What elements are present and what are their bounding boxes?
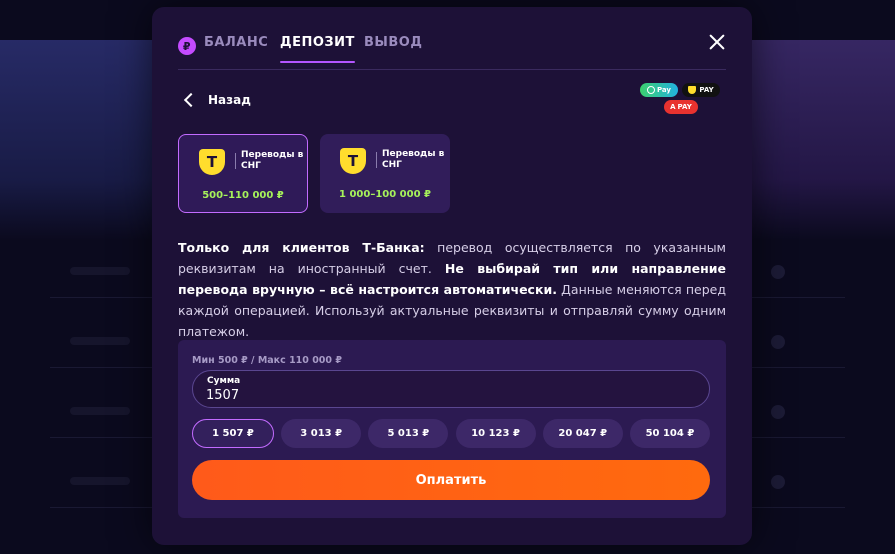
sbp-pay-label: Pay	[656, 86, 671, 94]
pay-button[interactable]: Оплатить	[192, 460, 710, 500]
preset-amount-button[interactable]: 5 013 ₽	[368, 419, 449, 448]
sbp-pay-badge: Pay	[640, 83, 678, 97]
alfa-pay-label: PAY	[677, 103, 692, 111]
preset-amount-button[interactable]: 50 104 ₽	[629, 419, 710, 448]
tab-deposit[interactable]: ДЕПОЗИТ	[280, 35, 355, 63]
amount-presets: 1 507 ₽ 3 013 ₽ 5 013 ₽ 10 123 ₽ 20 047 …	[192, 419, 710, 448]
preset-amount-button[interactable]: 20 047 ₽	[542, 419, 623, 448]
tbank-logo-icon: Т	[199, 149, 225, 175]
deposit-modal: ₽ БАЛАНС ДЕПОЗИТ ВЫВОД Назад Pay PAY A P…	[152, 7, 752, 545]
amount-input[interactable]: Сумма 1507	[192, 370, 710, 408]
method-label: Переводы в СНГ	[382, 149, 445, 170]
close-icon[interactable]	[706, 31, 728, 53]
check-icon	[646, 86, 655, 94]
payment-badges: Pay PAY A PAY	[640, 83, 722, 119]
method-card-tbank-cis-2[interactable]: Т Переводы в СНГ 1 000–100 000 ₽	[320, 134, 450, 213]
amount-label: Сумма	[207, 376, 241, 386]
tab-withdraw-label: ВЫВОД	[364, 35, 423, 50]
tab-withdraw[interactable]: ВЫВОД	[364, 35, 422, 50]
tpay-label: PAY	[699, 86, 714, 94]
back-label: Назад	[208, 93, 251, 107]
preset-amount-button[interactable]: 10 123 ₽	[455, 419, 536, 448]
preset-amount-button[interactable]: 3 013 ₽	[281, 419, 362, 448]
ruble-icon: ₽	[178, 37, 196, 55]
tab-balance-label: БАЛАНС	[204, 35, 269, 50]
method-range: 500–110 000 ₽	[202, 190, 284, 201]
tbank-shield-icon	[688, 86, 697, 94]
tpay-badge: PAY	[682, 83, 720, 97]
chevron-left-icon	[183, 92, 199, 108]
tab-balance[interactable]: ₽ БАЛАНС	[178, 35, 269, 55]
tbank-logo-icon: Т	[340, 148, 366, 174]
wallet-tabs: ₽ БАЛАНС ДЕПОЗИТ ВЫВОД	[178, 29, 726, 70]
back-button[interactable]: Назад	[182, 90, 251, 110]
alfa-pay-badge: A PAY	[664, 100, 698, 114]
method-description: Только для клиентов Т-Банка: перевод осу…	[178, 237, 726, 342]
divider	[235, 153, 236, 169]
divider	[376, 152, 377, 168]
amount-panel: Мин 500 ₽ / Макс 110 000 ₽ Сумма 1507 1 …	[178, 340, 726, 518]
alfa-icon: A	[670, 103, 676, 111]
amount-value[interactable]: 1507	[206, 388, 239, 403]
amount-limits: Мин 500 ₽ / Макс 110 000 ₽	[192, 355, 342, 366]
preset-amount-button[interactable]: 1 507 ₽	[192, 419, 274, 448]
method-range: 1 000–100 000 ₽	[339, 189, 431, 200]
method-label: Переводы в СНГ	[241, 150, 304, 171]
tab-deposit-label: ДЕПОЗИТ	[280, 35, 355, 50]
method-card-tbank-cis-1[interactable]: Т Переводы в СНГ 500–110 000 ₽	[178, 134, 308, 213]
description-bold-1: Только для клиентов Т-Банка:	[178, 240, 425, 255]
payment-methods: Т Переводы в СНГ 500–110 000 ₽ Т Перевод…	[178, 134, 450, 213]
